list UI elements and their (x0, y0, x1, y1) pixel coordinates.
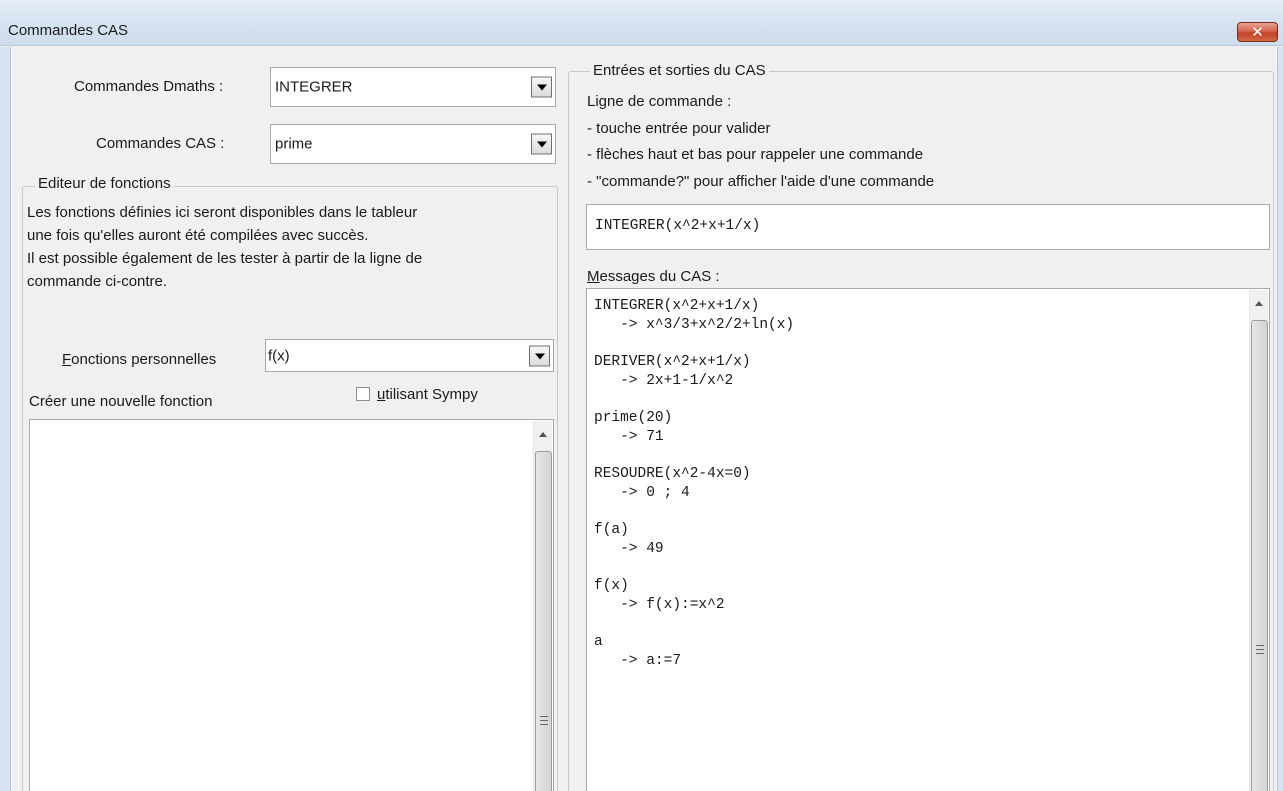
close-button[interactable]: ✕ (1237, 22, 1278, 42)
cas-help-text: Ligne de commande : - touche entrée pour… (587, 89, 934, 195)
use-sympy-label[interactable]: utilisant Sympy (377, 386, 478, 403)
scroll-thumb[interactable] (1251, 320, 1268, 791)
function-editor-textarea[interactable] (29, 419, 554, 791)
message-command: DERIVER(x^2+x+1/x) (594, 354, 751, 370)
message-result: -> 71 (594, 429, 664, 445)
help-line: - "commande?" pour afficher l'aide d'une… (587, 172, 935, 190)
scroll-thumb[interactable] (535, 451, 552, 791)
message-command: prime(20) (594, 410, 673, 426)
function-editor-title: Editeur de fonctions (35, 175, 174, 192)
window-left-border (0, 47, 11, 791)
function-editor-scrollbar[interactable] (533, 421, 552, 791)
description-line: une fois qu'elles auront été compilées a… (27, 227, 369, 244)
chevron-down-icon[interactable] (531, 133, 552, 155)
message-result: -> 0 ; 4 (594, 485, 690, 501)
cas-commands-label: Commandes CAS : (96, 135, 225, 152)
title-bar: Commandes CAS ✕ (0, 0, 1283, 46)
cas-io-title: Entrées et sorties du CAS (590, 62, 769, 79)
grip-icon (540, 716, 548, 725)
message-list: INTEGRER(x^2+x+1/x) -> x^3/3+x^2/2+ln(x)… (594, 297, 794, 689)
cas-commands-select[interactable]: prime (270, 124, 556, 164)
grip-icon (1256, 645, 1264, 654)
window-right-border (1277, 47, 1283, 791)
window-title: Commandes CAS (8, 22, 129, 39)
message-command: a (594, 634, 603, 650)
description-line: commande ci-contre. (27, 273, 168, 290)
message-command: INTEGRER(x^2+x+1/x) (594, 298, 760, 314)
help-line: Ligne de commande : (587, 93, 732, 110)
cas-messages-scrollbar[interactable] (1249, 290, 1268, 791)
list-item: prime(20) -> 71 (594, 409, 794, 447)
list-item: a -> a:=7 (594, 633, 794, 671)
message-result: -> f(x):=x^2 (594, 597, 725, 613)
list-item: RESOUDRE(x^2-4x=0) -> 0 ; 4 (594, 465, 794, 503)
close-icon: ✕ (1251, 23, 1264, 41)
chevron-down-icon[interactable] (531, 76, 552, 98)
cas-messages-area[interactable]: INTEGRER(x^2+x+1/x) -> x^3/3+x^2/2+ln(x)… (586, 288, 1270, 791)
chevron-down-icon[interactable] (529, 345, 550, 366)
cas-commands-value: prime (275, 135, 313, 153)
description-line: Les fonctions définies ici seront dispon… (27, 204, 418, 221)
list-item: f(a) -> 49 (594, 521, 794, 559)
personal-functions-value: f(x) (268, 347, 290, 364)
new-function-label: Créer une nouvelle fonction (29, 393, 213, 410)
message-command: f(a) (594, 522, 629, 538)
list-item: DERIVER(x^2+x+1/x) -> 2x+1-1/x^2 (594, 353, 794, 391)
cas-messages-label: Messages du CAS : (587, 268, 720, 285)
use-sympy-checkbox[interactable] (356, 387, 370, 401)
function-editor-description: Les fonctions définies ici seront dispon… (27, 201, 422, 293)
command-line-value: INTEGRER(x^2+x+1/x) (595, 218, 761, 234)
personal-functions-select[interactable]: f(x) (265, 339, 554, 372)
personal-functions-label: Fonctions personnelles (62, 351, 217, 368)
dmaths-commands-value: INTEGRER (275, 78, 353, 96)
message-command: f(x) (594, 578, 629, 594)
message-result: -> a:=7 (594, 653, 682, 669)
dmaths-commands-label: Commandes Dmaths : (74, 78, 224, 95)
command-line-input[interactable]: INTEGRER(x^2+x+1/x) (586, 204, 1270, 250)
dmaths-commands-select[interactable]: INTEGRER (270, 67, 556, 107)
message-result: -> 49 (594, 541, 664, 557)
message-command: RESOUDRE(x^2-4x=0) (594, 466, 751, 482)
list-item: f(x) -> f(x):=x^2 (594, 577, 794, 615)
message-result: -> x^3/3+x^2/2+ln(x) (594, 317, 795, 333)
help-line: - flèches haut et bas pour rappeler une … (587, 146, 924, 163)
scroll-up-icon[interactable] (1255, 301, 1263, 306)
help-line: - touche entrée pour valider (587, 119, 771, 137)
message-result: -> 2x+1-1/x^2 (594, 373, 734, 389)
description-line: Il est possible également de les tester … (27, 250, 423, 267)
scroll-up-icon[interactable] (539, 432, 547, 437)
list-item: INTEGRER(x^2+x+1/x) -> x^3/3+x^2/2+ln(x) (594, 297, 794, 335)
